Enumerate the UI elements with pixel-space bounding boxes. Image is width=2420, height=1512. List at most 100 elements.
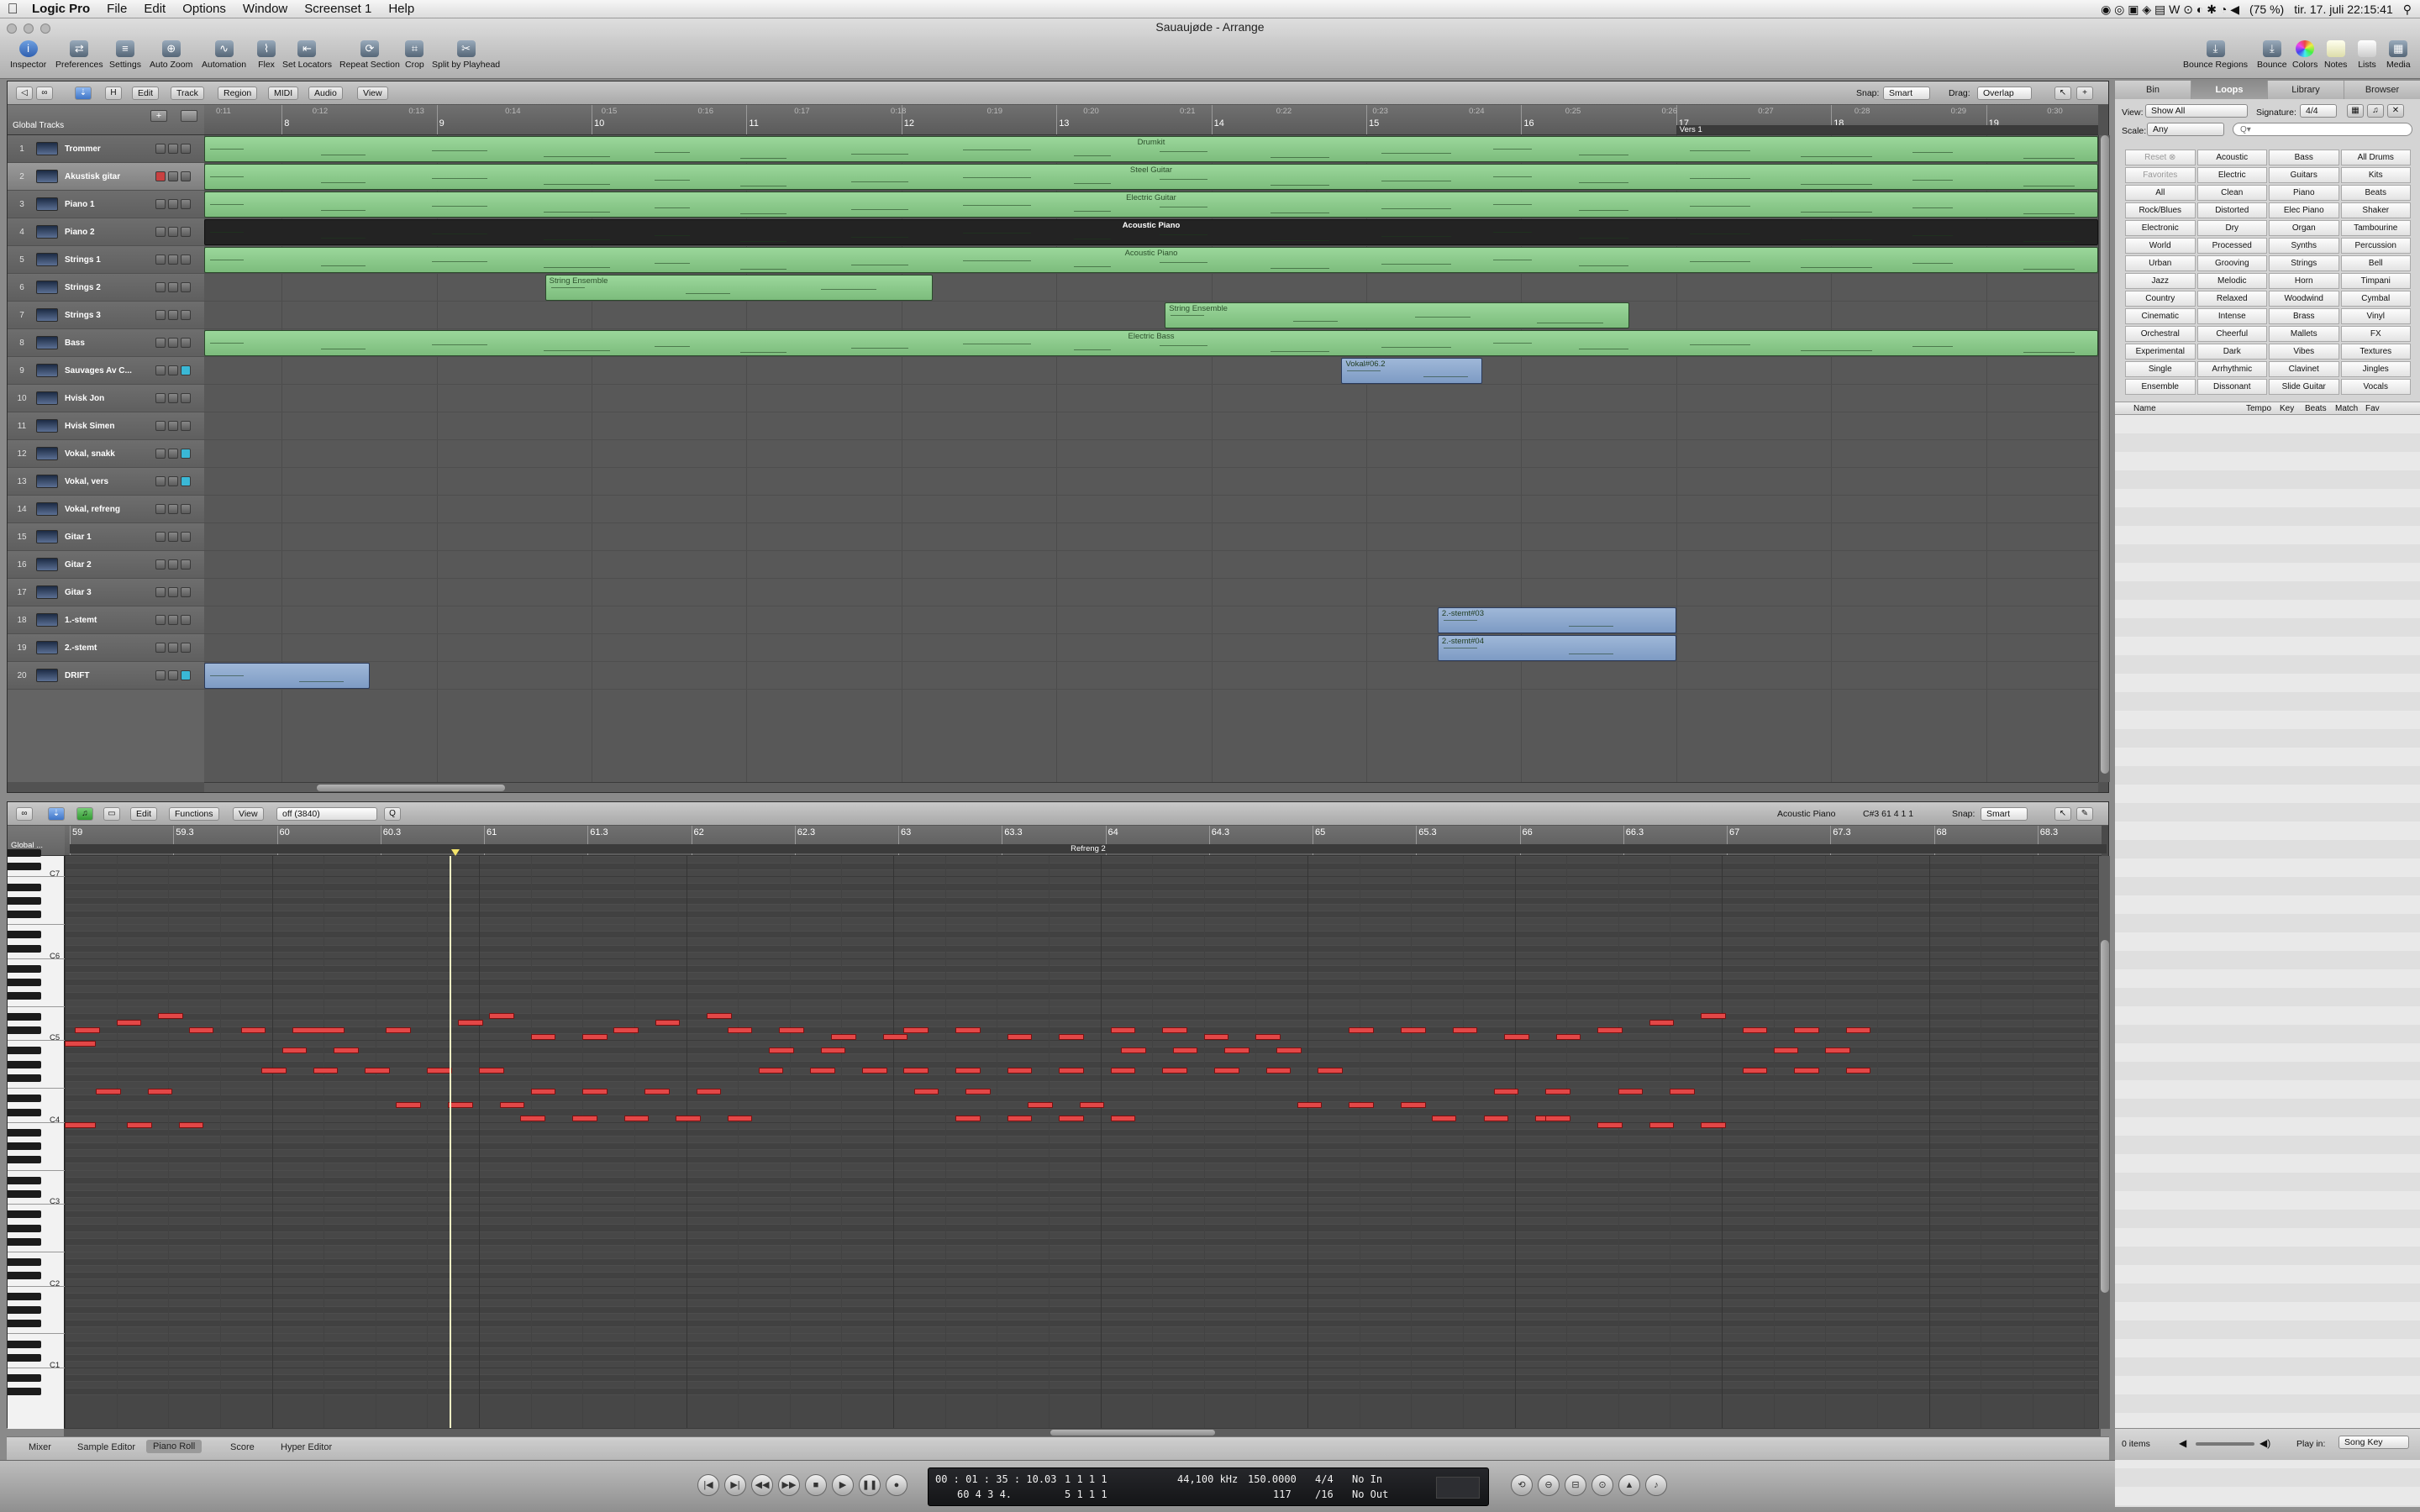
midi-note[interactable] [1597, 1026, 1623, 1033]
midi-note[interactable] [1255, 1033, 1281, 1040]
midi-note[interactable] [955, 1068, 981, 1074]
midi-note[interactable] [1670, 1088, 1695, 1095]
scale-select[interactable]: Any [2147, 123, 2224, 136]
record-enable-button[interactable] [155, 643, 166, 653]
midi-note[interactable] [1028, 1101, 1053, 1108]
snap-select[interactable]: Smart [1883, 87, 1931, 100]
link-button-pr[interactable]: ∞ [16, 807, 33, 821]
midi-note[interactable] [613, 1026, 639, 1033]
menu-file[interactable]: File [98, 2, 135, 16]
track-name[interactable]: Bass [65, 339, 85, 348]
midi-note[interactable] [1597, 1122, 1623, 1129]
keyword-button[interactable]: Guitars [2269, 167, 2339, 183]
mute-button[interactable] [168, 393, 178, 403]
tuner-button[interactable]: ♪ [1645, 1474, 1667, 1496]
play-in-select[interactable]: Song Key [2338, 1436, 2409, 1449]
pr-horizontal-scrollbar[interactable] [64, 1428, 2101, 1436]
region[interactable]: 2.-stemt#04 [1437, 635, 1676, 661]
record-enable-button[interactable] [155, 559, 166, 570]
col-beats[interactable]: Beats [2305, 404, 2327, 413]
midi-note[interactable] [1007, 1033, 1033, 1040]
keyword-button[interactable]: Organ [2269, 220, 2339, 236]
midi-note[interactable] [831, 1033, 856, 1040]
keyword-button[interactable]: Processed [2196, 238, 2267, 254]
keyword-button[interactable]: Grooving [2196, 255, 2267, 271]
midi-note[interactable] [178, 1122, 204, 1129]
region[interactable]: String Ensemble [1165, 302, 1630, 328]
midi-note[interactable] [582, 1088, 608, 1095]
settings-button[interactable]: ≡ Settings [109, 40, 141, 70]
keyword-button[interactable]: Percussion [2340, 238, 2411, 254]
replace-button[interactable]: ⊖ [1538, 1474, 1560, 1496]
track-name[interactable]: Akustisk gitar [65, 172, 120, 181]
mute-button[interactable] [168, 310, 178, 320]
mute-button[interactable] [168, 504, 178, 514]
keyword-button[interactable]: Distorted [2196, 202, 2267, 218]
tab-loops[interactable]: Loops [2191, 81, 2268, 99]
keyword-button[interactable]: Beats [2340, 185, 2411, 201]
record-enable-button[interactable] [155, 227, 166, 237]
quantize-button[interactable]: Q [384, 807, 401, 821]
keyword-button[interactable]: Piano [2269, 185, 2339, 201]
midi-note[interactable] [696, 1088, 722, 1095]
midi-in-button[interactable]: ▭ [103, 807, 120, 821]
record-enable-button[interactable] [155, 670, 166, 680]
set-locators-button[interactable]: ⇤ Set Locators [282, 40, 332, 70]
quantize-select[interactable]: off (3840) [276, 807, 377, 821]
midi-note[interactable] [727, 1116, 753, 1122]
record-enable-button[interactable] [155, 421, 166, 431]
keyword-button[interactable]: Bell [2340, 255, 2411, 271]
track-header[interactable]: 18 1.-stemt [8, 606, 204, 634]
mute-button[interactable] [168, 255, 178, 265]
midi-note[interactable] [1203, 1033, 1229, 1040]
midi-note[interactable] [1545, 1088, 1571, 1095]
track-name[interactable]: Sauvages Av C... [65, 366, 132, 375]
keyword-button[interactable]: Horn [2269, 273, 2339, 289]
midi-note[interactable] [1773, 1047, 1799, 1053]
tab-hyper-editor[interactable]: Hyper Editor [281, 1442, 332, 1452]
pencil-tool[interactable]: + [2076, 87, 2093, 100]
midi-note[interactable] [1172, 1047, 1198, 1053]
spotlight-icon[interactable]: ⚲ [2403, 3, 2412, 17]
record-enable-button[interactable] [155, 393, 166, 403]
track-header[interactable]: 1 Trommer [8, 135, 204, 163]
mute-button[interactable] [168, 199, 178, 209]
record-enable-button[interactable] [155, 171, 166, 181]
midi-note[interactable] [489, 1013, 514, 1020]
keyword-button[interactable]: Acoustic [2196, 150, 2267, 165]
piano-roll-grid[interactable] [65, 856, 2102, 1429]
region[interactable]: Vokal#06.2 [1341, 358, 1483, 384]
keyword-button[interactable]: Urban [2125, 255, 2196, 271]
track-header[interactable]: 20 DRIFT [8, 662, 204, 690]
keyword-button[interactable]: Intense [2196, 308, 2267, 324]
arrange-menu-midi[interactable]: MIDI [268, 87, 299, 100]
mute-button[interactable] [168, 615, 178, 625]
solo-button[interactable] [181, 171, 191, 181]
automation-button[interactable]: ∿ Automation [202, 40, 246, 70]
track-header[interactable]: 2 Akustisk gitar [8, 163, 204, 191]
arrange-menu-audio[interactable]: Audio [308, 87, 343, 100]
split-by-playhead-button[interactable]: ✂ Split by Playhead [432, 40, 500, 70]
keyword-button[interactable]: Cymbal [2340, 291, 2411, 307]
solo-button[interactable] [181, 199, 191, 209]
track-header[interactable]: 16 Gitar 2 [8, 551, 204, 579]
track-header[interactable]: 11 Hvisk Simen [8, 412, 204, 440]
music-view-button[interactable]: ♫ [2367, 104, 2384, 118]
keyword-button[interactable]: Strings [2269, 255, 2339, 271]
solo-button[interactable] [181, 310, 191, 320]
keyword-button[interactable]: Country [2125, 291, 2196, 307]
midi-note[interactable] [1504, 1033, 1529, 1040]
pause-button[interactable]: ❚❚ [859, 1474, 881, 1496]
track-name[interactable]: Vokal, vers [65, 477, 108, 486]
midi-note[interactable] [1349, 1026, 1374, 1033]
menu-options[interactable]: Options [174, 2, 234, 16]
pr-snap-select[interactable]: Smart [1981, 807, 2028, 821]
sync-button[interactable]: ⊙ [1591, 1474, 1613, 1496]
midi-note[interactable] [965, 1088, 991, 1095]
mute-button[interactable] [168, 421, 178, 431]
solo-button[interactable] [181, 587, 191, 597]
track-name[interactable]: Gitar 1 [65, 533, 92, 542]
drag-select[interactable]: Overlap [1977, 87, 2032, 100]
arrange-canvas[interactable]: Drumkit Steel Guitar Electric Guitar Acoust… [204, 135, 2142, 782]
midi-note[interactable] [655, 1020, 681, 1026]
